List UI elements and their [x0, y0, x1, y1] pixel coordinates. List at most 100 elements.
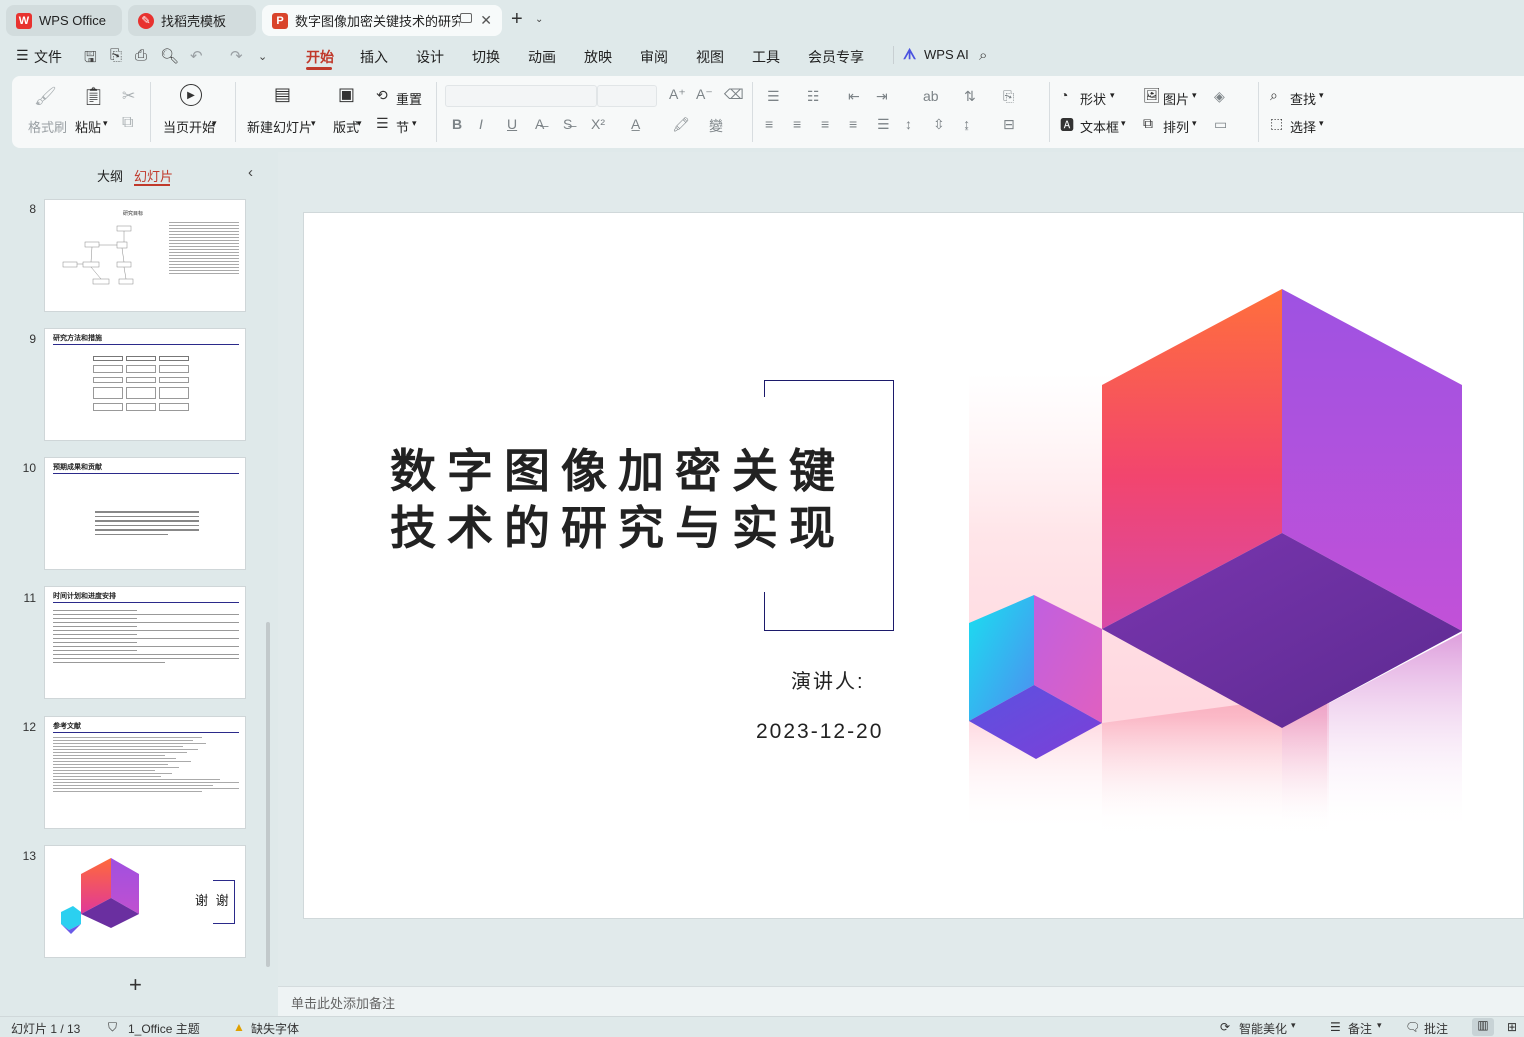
textbox-icon[interactable]: 🅰︎ [1060, 115, 1074, 135]
paste-icon[interactable]: 📋︎ [82, 86, 105, 107]
reset-icon[interactable]: ⟲ [376, 87, 388, 104]
convert-icon[interactable]: ⎘ [1003, 88, 1014, 105]
paragraph-spacing-icon[interactable]: ⇳ [933, 116, 945, 133]
fill-icon[interactable]: ◈ [1214, 88, 1225, 105]
strikethrough-icon[interactable]: A̶ [535, 116, 544, 132]
slide-thumbnail-13[interactable]: 谢 谢 [44, 845, 246, 958]
chevron-down-icon[interactable]: ▾ [212, 118, 217, 129]
format-painter-icon[interactable]: 🖌︎ [34, 86, 57, 107]
slide-thumbnail-8[interactable]: 研究目标 [44, 199, 246, 312]
picture-icon[interactable]: 🖼︎ [1143, 87, 1161, 104]
chevron-down-icon[interactable]: ▾ [1192, 90, 1197, 101]
format-painter-button[interactable]: 格式刷 [28, 117, 67, 136]
menu-slideshow[interactable]: 放映 [584, 47, 612, 67]
grid-view-icon[interactable]: ⊞ [1507, 1020, 1517, 1034]
justify-icon[interactable]: ≡ [849, 116, 857, 132]
outline-icon[interactable]: ▭ [1214, 116, 1227, 133]
new-tab-icon[interactable]: + [511, 8, 523, 31]
distribute-icon[interactable]: ☰ [877, 116, 890, 133]
export-pdf-icon[interactable]: ⎘ [110, 47, 122, 64]
redo-icon[interactable]: ↷ [230, 47, 243, 65]
chevron-down-icon[interactable]: ▾ [1291, 1020, 1296, 1031]
save-icon[interactable]: 🖫 [84, 47, 97, 72]
bullet-list-icon[interactable]: ☰ [767, 88, 780, 105]
slide-editor[interactable]: 数字图像加密关键 技术的研究与实现 演讲人: 2023-12-20 [303, 212, 1524, 919]
font-family-select[interactable] [445, 85, 597, 107]
menu-insert[interactable]: 插入 [360, 47, 388, 67]
shape-button[interactable]: 形状 [1080, 89, 1106, 108]
new-slide-button[interactable]: 新建幻灯片 [247, 117, 312, 136]
section-button[interactable]: 节 [396, 117, 409, 136]
font-color-icon[interactable]: A̲ [631, 116, 640, 132]
smart-beautify-button[interactable]: 智能美化 [1239, 1020, 1287, 1037]
menu-home[interactable]: 开始 [306, 47, 334, 67]
sort-icon[interactable]: ⇅ [964, 88, 976, 105]
play-icon[interactable]: ▶ [180, 84, 202, 106]
slide-thumbnail-11[interactable]: 时间计划和进度安排 [44, 586, 246, 699]
menu-file[interactable]: 文件 [34, 47, 62, 67]
superscript-icon[interactable]: X² [591, 116, 605, 132]
undo-icon[interactable]: ↶ [190, 47, 203, 65]
menu-transition[interactable]: 切换 [472, 47, 500, 67]
slide-title-line-2[interactable]: 技术的研究与实现 [390, 492, 846, 558]
slide-thumbnail-10[interactable]: 预期成果和贡献 [44, 457, 246, 570]
chevron-down-icon[interactable]: ⌄ [535, 14, 543, 25]
copy-icon[interactable]: ⧉ [122, 114, 133, 132]
section-icon[interactable]: ☰ [376, 115, 389, 132]
theme-name[interactable]: 1_Office 主题 [128, 1020, 200, 1037]
align-right-icon[interactable]: ≡ [821, 116, 829, 132]
text-align-icon[interactable]: ⊟ [1003, 116, 1015, 133]
tab-document[interactable]: P 数字图像加密关键技术的研究与 ✕ [262, 5, 502, 36]
bold-icon[interactable]: B [452, 116, 462, 132]
close-tab-icon[interactable]: ✕ [480, 12, 492, 29]
cut-icon[interactable]: ✂ [122, 86, 135, 106]
shadow-icon[interactable]: S̶ [563, 116, 572, 132]
comments-button[interactable]: 批注 [1424, 1020, 1448, 1037]
picture-button[interactable]: 图片 [1163, 89, 1189, 108]
tab-template[interactable]: ✎ 找稻壳模板 [128, 5, 256, 36]
spacing-dropdown-icon[interactable]: ↨ [963, 116, 970, 132]
menu-animation[interactable]: 动画 [528, 47, 556, 67]
notes-button[interactable]: 备注 [1348, 1020, 1372, 1037]
find-icon[interactable]: ⌕ [1270, 87, 1278, 104]
notes-placeholder[interactable]: 单击此处添加备注 [291, 993, 395, 1012]
paste-button[interactable]: 粘贴 [75, 117, 101, 136]
chevron-down-icon[interactable]: ▾ [1319, 90, 1324, 101]
chevron-down-icon[interactable]: ▾ [1121, 118, 1126, 129]
notes-pane[interactable]: 单击此处添加备注 [278, 986, 1524, 1016]
slide-thumbnail-9[interactable]: 研究方法和措施 [44, 328, 246, 441]
search-icon[interactable]: ⌕ [979, 47, 987, 64]
select-icon[interactable]: ⬚ [1270, 115, 1283, 132]
chevron-down-icon[interactable]: ▾ [103, 118, 108, 129]
tab-wps-office[interactable]: W WPS Office [6, 5, 122, 36]
menu-review[interactable]: 审阅 [640, 47, 668, 67]
window-icon[interactable] [460, 13, 472, 23]
numbered-list-icon[interactable]: ☷ [807, 88, 820, 105]
tab-slides[interactable]: 幻灯片 [134, 166, 173, 185]
menu-design[interactable]: 设计 [416, 47, 444, 67]
layout-button[interactable]: 版式 [333, 117, 359, 136]
tab-outline[interactable]: 大纲 [97, 166, 123, 185]
phonetic-icon[interactable]: 變 [709, 116, 723, 136]
chevron-down-icon[interactable]: ▾ [1110, 90, 1115, 101]
decrease-indent-icon[interactable]: ⇤ [848, 88, 860, 105]
menu-view[interactable]: 视图 [696, 47, 724, 67]
add-slide-button[interactable]: + [129, 972, 142, 998]
select-button[interactable]: 选择 [1290, 117, 1316, 136]
chevron-down-icon[interactable]: ▾ [1377, 1020, 1382, 1031]
find-button[interactable]: 查找 [1290, 89, 1316, 108]
reset-button[interactable]: 重置 [396, 89, 422, 108]
textbox-button[interactable]: 文本框 [1080, 117, 1119, 136]
chevron-down-icon[interactable]: ▾ [1192, 118, 1197, 129]
decrease-font-icon[interactable]: A⁻ [696, 86, 713, 103]
menu-wps-ai[interactable]: WPS AI [924, 47, 969, 62]
align-center-icon[interactable]: ≡ [793, 116, 801, 132]
align-left-icon[interactable]: ≡ [765, 116, 773, 132]
chevron-down-icon[interactable]: ▾ [311, 118, 316, 129]
menu-member[interactable]: 会员专享 [808, 47, 864, 67]
play-from-current-button[interactable]: 当页开始 [163, 117, 215, 136]
layout-icon[interactable]: ▣ [338, 84, 355, 105]
menu-tools[interactable]: 工具 [752, 47, 780, 67]
underline-icon[interactable]: U [507, 116, 517, 132]
presenter-label[interactable]: 演讲人: [791, 665, 865, 694]
